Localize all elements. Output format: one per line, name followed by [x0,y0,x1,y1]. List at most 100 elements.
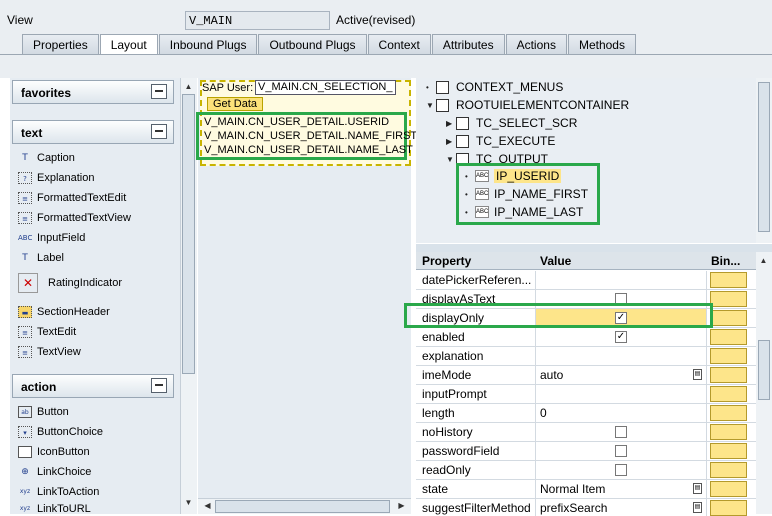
tab-outbound-plugs[interactable]: Outbound Plugs [258,34,367,54]
collapsed-icon[interactable]: ▶ [446,119,456,128]
column-header-property[interactable]: Property [422,254,471,268]
scroll-down-icon[interactable]: ▼ [181,496,196,510]
collapse-icon[interactable] [151,124,167,139]
scroll-thumb[interactable] [215,500,390,513]
tab-inbound-plugs[interactable]: Inbound Plugs [158,34,258,54]
property-value[interactable]: Normal Item ▤ [535,480,706,498]
dropdown-icon[interactable]: ▤ [693,483,702,494]
view-name-field[interactable]: V_MAIN [185,11,330,30]
value-checkbox[interactable]: ✓ [615,331,627,343]
scroll-thumb[interactable] [758,340,770,400]
tab-context[interactable]: Context [367,34,431,54]
palette-item-formattedtextview[interactable]: ≡ FormattedTextView [18,209,131,227]
palette-item-buttonchoice[interactable]: ▾ ButtonChoice [18,423,103,441]
palette-section-action[interactable]: action [12,374,174,398]
dropdown-icon[interactable]: ▤ [693,502,702,513]
tree-node-context-menus[interactable]: • CONTEXT_MENUS [426,78,563,96]
property-row[interactable]: explanation [416,347,756,366]
palette-item-inputfield[interactable]: ABC InputField [18,229,85,247]
collapse-icon[interactable] [151,378,167,393]
property-row[interactable]: passwordField [416,442,756,461]
palette-item-textedit[interactable]: ≡ TextEdit [18,323,76,341]
column-header-value[interactable]: Value [540,254,571,268]
node-checkbox[interactable] [436,80,449,94]
value-checkbox[interactable] [615,426,627,438]
binding-button[interactable] [710,272,747,288]
palette-scrollbar[interactable]: ▲ ▼ [180,78,197,514]
binding-button[interactable] [710,291,747,307]
scroll-thumb[interactable] [758,82,770,232]
binding-button[interactable] [710,500,747,516]
property-value[interactable] [535,385,706,403]
expanded-icon[interactable]: ▼ [426,101,436,110]
selection-input[interactable]: V_MAIN.CN_SELECTION_ [255,80,396,95]
tree-node-tc-execute[interactable]: ▶ TC_EXECUTE [446,132,555,150]
palette-item-linktoaction[interactable]: xyz LinkToAction [18,483,100,501]
property-row[interactable]: state Normal Item ▤ [416,480,756,499]
property-value[interactable]: prefixSearch ▤ [535,499,706,516]
pane-splitter[interactable] [416,244,772,252]
scroll-thumb[interactable] [182,94,195,374]
tab-actions[interactable]: Actions [505,34,567,54]
property-row[interactable]: datePickerReferen... [416,271,756,290]
collapse-icon[interactable] [151,84,167,99]
binding-button[interactable] [710,481,747,497]
palette-item-iconbutton[interactable]: IconButton [18,443,90,461]
scroll-up-icon[interactable]: ▲ [181,80,196,94]
palette-item-button[interactable]: ab Button [18,403,69,421]
property-row[interactable]: length 0 [416,404,756,423]
tree-node-ip-userid[interactable]: • ABC IP_USERID [465,167,562,185]
property-value[interactable] [535,271,706,289]
binding-button[interactable] [710,462,747,478]
palette-item-caption[interactable]: T Caption [18,149,75,167]
node-checkbox[interactable] [436,98,449,112]
scroll-right-icon[interactable]: ▶ [394,499,409,513]
binding-button[interactable] [710,329,747,345]
scroll-left-icon[interactable]: ◀ [200,499,215,513]
tree-node-rootuielementcontainer[interactable]: ▼ ROOTUIELEMENTCONTAINER [426,96,629,114]
value-checkbox[interactable] [615,464,627,476]
binding-button[interactable] [710,386,747,402]
binding-button[interactable] [710,443,747,459]
property-row[interactable]: noHistory [416,423,756,442]
collapsed-icon[interactable]: ▶ [446,137,456,146]
property-row[interactable]: readOnly [416,461,756,480]
tree-node-tc-select-scr[interactable]: ▶ TC_SELECT_SCR [446,114,577,132]
dropdown-icon[interactable]: ▤ [693,369,702,380]
property-row[interactable]: inputPrompt [416,385,756,404]
scroll-up-icon[interactable]: ▲ [756,254,771,268]
tab-methods[interactable]: Methods [567,34,636,54]
tab-attributes[interactable]: Attributes [431,34,505,54]
palette-item-sectionheader[interactable]: ▬ SectionHeader [18,303,110,321]
palette-item-linktourl[interactable]: xyz LinkToURL [18,503,91,514]
expanded-icon[interactable]: ▼ [446,155,456,164]
palette-item-ratingindicator[interactable]: ✕ RatingIndicator [18,273,122,293]
get-data-button[interactable]: Get Data [207,97,264,111]
palette-section-text[interactable]: text [12,120,174,144]
property-row[interactable]: enabled ✓ [416,328,756,347]
palette-item-formattedtextedit[interactable]: ≡ FormattedTextEdit [18,189,126,207]
property-row[interactable]: suggestFilterMethod prefixSearch ▤ [416,499,756,516]
detail-userid[interactable]: V_MAIN.CN_USER_DETAIL.USERID [204,116,389,128]
property-value[interactable] [535,347,706,365]
palette-item-label[interactable]: T Label [18,249,64,267]
palette-item-linkchoice[interactable]: ⊕ LinkChoice [18,463,91,481]
binding-button[interactable] [710,367,747,383]
tab-layout[interactable]: Layout [99,34,158,55]
tab-properties[interactable]: Properties [22,34,99,54]
palette-item-textview[interactable]: ≡ TextView [18,343,81,361]
palette-section-favorites[interactable]: favorites [12,80,174,104]
property-value[interactable]: auto ▤ [535,366,706,384]
tree-scrollbar[interactable] [756,78,772,243]
tree-node-ip-name-last[interactable]: • ABC IP_NAME_LAST [465,203,583,221]
property-value[interactable]: 0 [535,404,706,422]
binding-button[interactable] [710,310,747,326]
binding-button[interactable] [710,348,747,364]
preview-scrollbar[interactable]: ◀ ▶ [198,498,411,514]
node-checkbox[interactable] [456,134,469,148]
palette-item-explanation[interactable]: ? Explanation [18,169,95,187]
column-header-binding[interactable]: Bin... [711,254,740,268]
tree-node-ip-name-first[interactable]: • ABC IP_NAME_FIRST [465,185,588,203]
property-row[interactable]: imeMode auto ▤ [416,366,756,385]
property-scrollbar[interactable]: ▲ [756,252,772,514]
